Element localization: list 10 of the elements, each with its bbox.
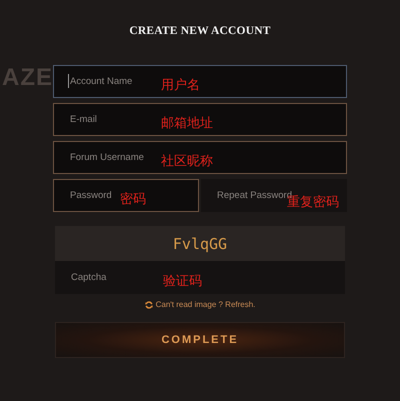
annotation-label: 社区昵称 bbox=[161, 153, 213, 170]
captcha-image: FvlqGG bbox=[55, 226, 345, 261]
complete-button[interactable]: COMPLETE bbox=[55, 322, 345, 358]
annotation-label: 密码 bbox=[120, 191, 146, 208]
annotation-label: 用户名 bbox=[161, 77, 200, 94]
annotation-label: 邮箱地址 bbox=[161, 115, 213, 132]
refresh-link[interactable]: Can't read image ? Refresh. bbox=[156, 300, 256, 309]
annotation-label: 验证码 bbox=[163, 273, 202, 290]
page-title: CREATE NEW ACCOUNT bbox=[128, 25, 272, 37]
refresh-icon[interactable] bbox=[144, 300, 153, 308]
